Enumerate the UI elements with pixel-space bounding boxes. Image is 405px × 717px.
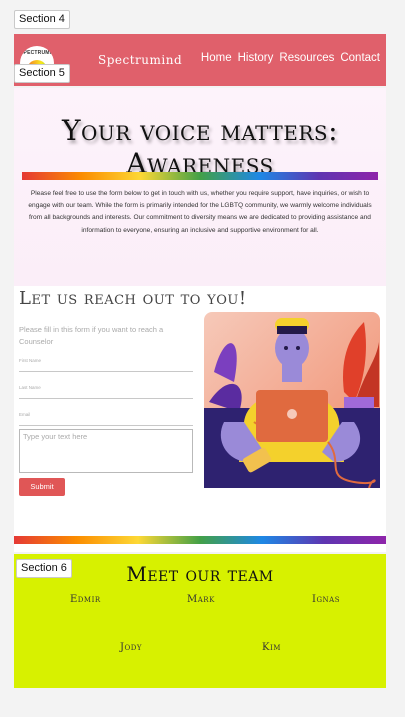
team-member-jody: Jody [120,642,142,653]
team-member-mark: Mark [187,594,215,605]
awareness-text: Please feel free to use the form below t… [28,190,372,234]
team-member-kim: Kim [262,642,281,653]
awareness-section: Your voice matters: Awareness Please fee… [14,88,386,286]
main-nav: Home History Resources Contact [201,52,380,64]
nav-resources[interactable]: Resources [279,52,334,64]
person-with-laptop-illustration [204,312,380,488]
section-5-tag: Section 5 [14,64,70,83]
last-name-field[interactable] [19,398,193,399]
first-name-label: First Name [19,358,42,363]
brand-name: Spectrumind [98,53,183,67]
rainbow-divider-bottom [14,536,386,544]
team-member-ignas: Ignas [312,594,341,605]
contact-subtitle: Please fill in this form if you want to … [19,325,164,346]
awareness-title: Your voice matters: Awareness [61,114,339,180]
last-name-label: Last Name [19,385,41,390]
nav-home[interactable]: Home [201,52,232,64]
email-label: Email [19,412,31,417]
section-6-tag: Section 6 [16,559,72,578]
section-4-tag: Section 4 [14,10,70,29]
contact-section: Let us reach out to you! Please fill in … [14,286,386,552]
nav-contact[interactable]: Contact [340,52,380,64]
team-member-edmir: Edmir [70,594,101,605]
contact-title: Let us reach out to you! [19,288,247,309]
nav-history[interactable]: History [238,52,274,64]
logo-text: SPECTRUMIND [20,50,54,56]
email-field[interactable] [19,425,193,426]
submit-button[interactable]: Submit [19,478,65,496]
rainbow-divider [22,172,378,180]
first-name-field[interactable] [19,371,193,372]
message-textarea[interactable]: Type your text here [19,429,193,473]
page: Section 4 SPECTRUMIND Spectrumind Home H… [0,0,405,717]
